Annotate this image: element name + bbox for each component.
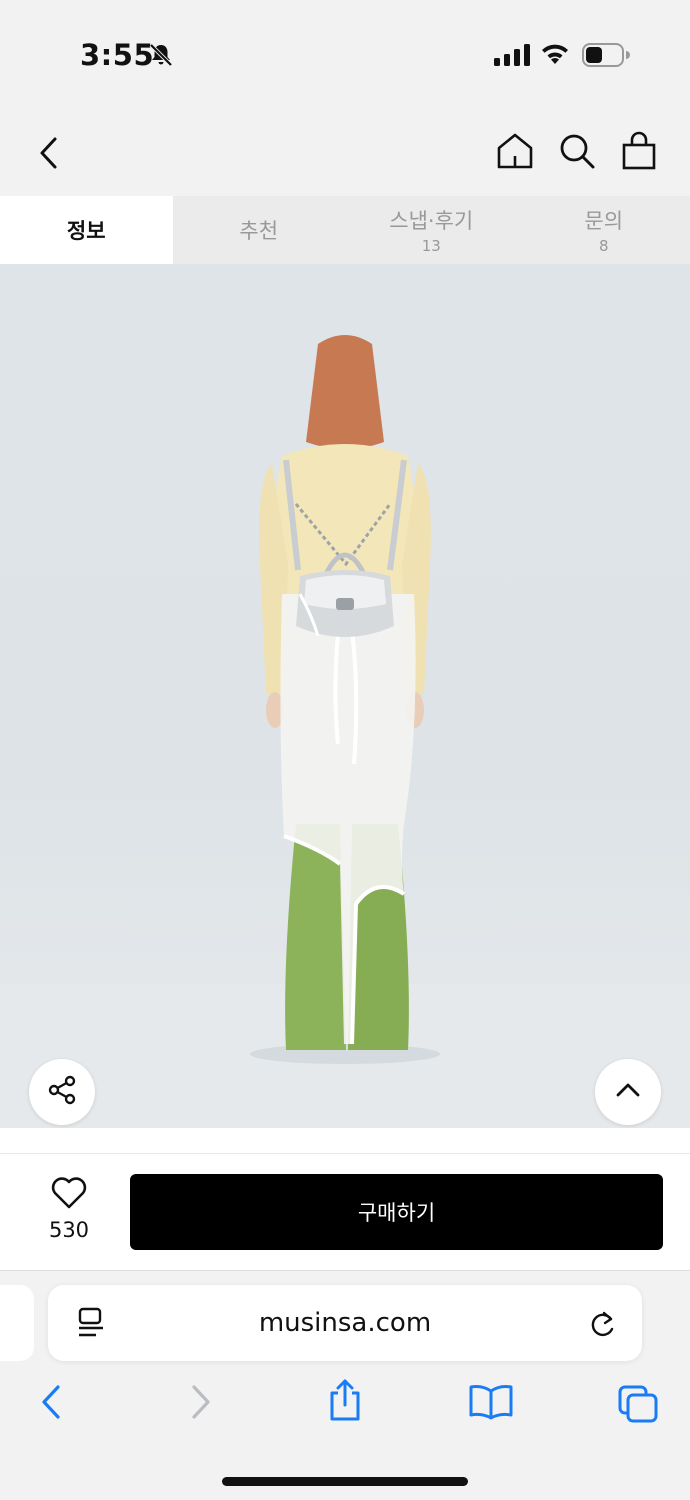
- battery-icon: [582, 43, 630, 71]
- back-chevron-icon[interactable]: [30, 132, 70, 172]
- status-bar: 3:55: [0, 0, 690, 110]
- like-count: 530: [48, 1218, 90, 1242]
- like-button[interactable]: 530: [30, 1176, 108, 1242]
- tab-count: 13: [421, 237, 441, 255]
- tab-info[interactable]: 정보: [0, 196, 173, 264]
- tab-snap-review[interactable]: 스냅·후기 13: [345, 196, 518, 264]
- address-bar[interactable]: musinsa.com: [48, 1285, 642, 1361]
- previous-tab-preview[interactable]: [0, 1285, 34, 1361]
- product-image[interactable]: [0, 264, 690, 1128]
- model-illustration: [0, 335, 690, 1128]
- scroll-to-top-button[interactable]: [595, 1059, 661, 1125]
- share-icon[interactable]: [326, 1377, 364, 1427]
- chevron-up-icon: [613, 1075, 643, 1109]
- tab-label: 문의: [584, 209, 624, 233]
- tab-recommend[interactable]: 추천: [173, 196, 346, 264]
- page-menu-icon[interactable]: [76, 1307, 106, 1343]
- status-time: 3:55: [80, 38, 155, 72]
- home-indicator: [222, 1477, 468, 1486]
- shopping-bag-icon[interactable]: [618, 130, 660, 176]
- bookmarks-icon[interactable]: [468, 1383, 514, 1425]
- product-tabs: 정보 추천 스냅·후기 13 문의 8: [0, 196, 690, 264]
- tab-label: 추천: [239, 219, 279, 243]
- home-icon[interactable]: [494, 130, 536, 176]
- browser-bottom-bar: musinsa.com: [0, 1270, 690, 1500]
- browser-toolbar: [0, 1379, 690, 1431]
- search-icon[interactable]: [556, 130, 598, 176]
- tab-count: 8: [598, 237, 609, 255]
- share-icon: [45, 1073, 79, 1111]
- share-button[interactable]: [29, 1059, 95, 1125]
- cellular-signal-icon: [494, 44, 530, 70]
- bell-slash-icon: [148, 42, 174, 72]
- tab-label: 정보: [66, 219, 106, 243]
- back-icon[interactable]: [36, 1383, 66, 1425]
- url-text: musinsa.com: [258, 1308, 432, 1338]
- reload-icon[interactable]: [588, 1307, 618, 1343]
- tabs-icon[interactable]: [616, 1383, 660, 1427]
- purchase-action-bar: 530 구매하기: [0, 1154, 690, 1270]
- forward-icon[interactable]: [186, 1383, 216, 1425]
- buy-button[interactable]: 구매하기: [130, 1174, 663, 1250]
- tab-label: 스냅·후기: [389, 209, 474, 233]
- heart-icon: [50, 1177, 88, 1214]
- wifi-icon: [540, 42, 570, 70]
- top-navigation: [0, 110, 690, 196]
- tab-inquiry[interactable]: 문의 8: [518, 196, 690, 264]
- divider: [0, 1128, 690, 1154]
